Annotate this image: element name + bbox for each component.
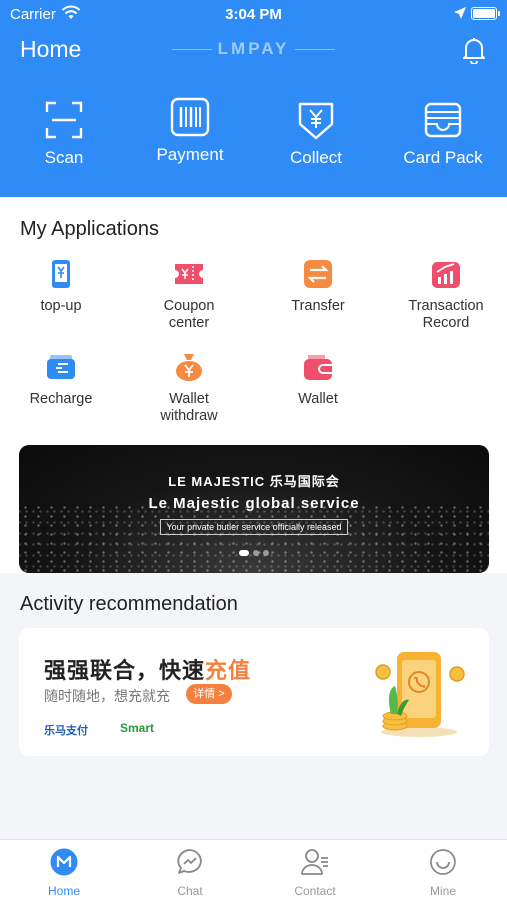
scan-button[interactable]: Scan <box>1 100 127 168</box>
app-recharge[interactable]: Recharge <box>0 352 124 408</box>
app-transaction-record[interactable]: Transaction Record <box>383 259 507 332</box>
home-m-icon <box>50 848 78 876</box>
card-pack-button[interactable]: Card Pack <box>380 100 506 168</box>
ticket-icon <box>174 259 204 289</box>
wallet-card-icon <box>424 102 462 138</box>
banner-glitter <box>19 503 489 573</box>
battery-icon <box>471 7 500 20</box>
chart-record-icon <box>431 259 461 289</box>
collect-button[interactable]: Collect <box>253 100 379 168</box>
partner-pay-logo: 乐马支付 <box>44 725 88 737</box>
status-bar: Carrier 3:04 PM <box>0 0 507 28</box>
banner-headline: Le Majestic global service <box>148 495 360 512</box>
yen-shield-icon <box>298 102 334 140</box>
app-label: top-up <box>40 298 82 314</box>
details-button[interactable]: 详情 > <box>186 684 232 704</box>
tab-contact[interactable]: Contact <box>252 848 378 898</box>
brand-logo: LMPAY <box>0 39 507 59</box>
contact-icon <box>301 849 328 875</box>
transfer-icon <box>303 259 333 289</box>
tab-label: Contact <box>294 884 336 898</box>
clock: 3:04 PM <box>225 6 282 23</box>
activity-subtitle: 随时随地，想充就充 <box>44 688 170 704</box>
app-header: Carrier 3:04 PM Home LMPAY Scan Payment … <box>0 0 507 197</box>
quick-actions: Scan Payment Collect Card Pack <box>0 97 507 180</box>
app-label: Transfer <box>291 298 345 314</box>
app-transfer[interactable]: Transfer <box>255 259 381 315</box>
app-label: Wallet <box>298 391 338 407</box>
app-label: Recharge <box>29 391 93 407</box>
payment-button[interactable]: Payment <box>127 97 253 165</box>
carousel-indicator <box>19 543 489 561</box>
smile-icon <box>430 849 456 875</box>
activity-title: Activity recommendation <box>20 593 238 615</box>
tab-chat[interactable]: Chat <box>127 848 253 898</box>
activity-headline: 强强联合，快速充值 <box>44 658 252 683</box>
card-recharge-icon <box>46 352 76 382</box>
tab-mine[interactable]: Mine <box>380 848 506 898</box>
bottom-tab-bar: Home Chat Contact Mine <box>0 839 507 900</box>
payment-label: Payment <box>156 145 224 164</box>
tab-label: Home <box>47 884 80 898</box>
partner-smart-logo: Smart <box>120 721 155 735</box>
tab-label: Mine <box>429 884 456 898</box>
promo-banner[interactable]: LE MAJESTIC 乐马国际会 Le Majestic global ser… <box>19 445 489 573</box>
app-coupon-center[interactable]: Coupon center <box>126 259 252 332</box>
card-pack-label: Card Pack <box>403 148 483 167</box>
phone-coins-illustration <box>375 652 465 737</box>
app-wallet-withdraw[interactable]: Wallet withdraw <box>126 352 252 425</box>
my-applications-section: My Applications top-up Coupon center Tra… <box>0 197 507 573</box>
phone-yen-icon <box>46 259 76 289</box>
app-top-up[interactable]: top-up <box>0 259 124 315</box>
activity-card[interactable]: 强强联合，快速充值 随时随地，想充就充 详情 > 乐马支付 Smart <box>19 628 489 756</box>
app-label: Coupon center <box>163 298 215 331</box>
section-title: My Applications <box>20 218 159 240</box>
barcode-icon <box>170 97 210 137</box>
scan-icon <box>45 101 83 139</box>
scan-label: Scan <box>44 148 84 167</box>
banner-tagline: Your private butler service officially r… <box>160 519 348 535</box>
app-wallet[interactable]: Wallet <box>255 352 381 408</box>
collect-label: Collect <box>290 148 342 167</box>
tab-home[interactable]: Home <box>1 848 127 898</box>
wallet-icon <box>303 352 333 382</box>
notification-bell-icon[interactable] <box>461 36 487 64</box>
app-label: Transaction Record <box>408 298 484 331</box>
money-bag-icon <box>174 352 204 382</box>
tab-label: Chat <box>177 884 203 898</box>
chat-icon <box>177 849 202 874</box>
app-label: Wallet withdraw <box>160 391 218 424</box>
location-arrow-icon <box>454 7 466 19</box>
banner-logo: LE MAJESTIC 乐马国际会 <box>168 474 340 489</box>
